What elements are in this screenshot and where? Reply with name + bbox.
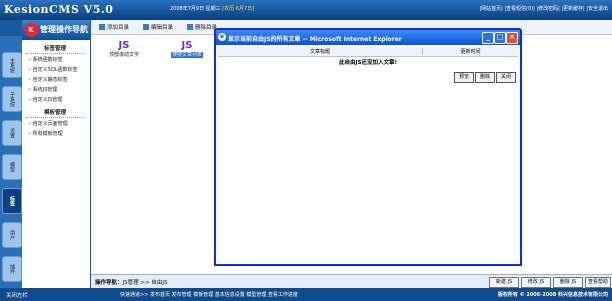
popup-dialog: e 显示当前自由JS的所有文章 -- Microsoft Internet Ex… bbox=[214, 28, 522, 266]
edit-js-button[interactable]: 修改 JS bbox=[521, 277, 551, 288]
tab-sub-system[interactable]: 子系统 bbox=[2, 86, 22, 112]
date-text: 2008年7月9日 星期三 bbox=[170, 6, 221, 12]
close-button[interactable]: 关闭 bbox=[496, 72, 516, 83]
js-item-article-list[interactable]: JS 搜搜文章列表 bbox=[171, 40, 204, 58]
tab-users[interactable]: 用户 bbox=[2, 222, 22, 248]
logo-icon: K bbox=[24, 23, 38, 37]
new-js-button[interactable]: 新建 JS bbox=[489, 277, 519, 288]
add-folder-button[interactable]: 添加目录 bbox=[99, 23, 129, 31]
dialog-title: 显示当前自由JS的所有文章 -- Microsoft Internet Expl… bbox=[228, 36, 402, 43]
operation-nav-bar: 操作导航：JS管理 >> 自由JS 新建 JS 修改 JS 删除 JS 查看帮助 bbox=[91, 274, 612, 289]
tab-tags[interactable]: 标签 bbox=[2, 188, 22, 214]
lunar-date: [农历 6月7日] bbox=[222, 6, 255, 12]
tab-models[interactable]: 模型 bbox=[2, 154, 22, 180]
col-title: 文章标题 bbox=[218, 48, 423, 55]
nav-item-system-js[interactable]: 系统JS管理 bbox=[28, 86, 58, 93]
nav-item-static[interactable]: 自定义静态标签 bbox=[28, 76, 68, 83]
nav-item-system-func[interactable]: 系统函数标签 bbox=[28, 56, 63, 63]
minimize-button[interactable]: _ bbox=[482, 32, 494, 44]
nav-item-custom-js[interactable]: 自定义JS管理 bbox=[28, 96, 63, 103]
tab-main-system[interactable]: 主系统 bbox=[2, 52, 22, 78]
nav-item-all-templates[interactable]: 所有模板管理 bbox=[28, 130, 63, 137]
nav-item-sql-func[interactable]: 自定义SQL函数标签 bbox=[28, 66, 78, 73]
help-button[interactable]: 查看帮助 bbox=[585, 277, 611, 288]
delete-button[interactable]: 删除 bbox=[475, 72, 495, 83]
dialog-title-bar[interactable]: e 显示当前自由JS的所有文章 -- Microsoft Internet Ex… bbox=[216, 30, 520, 45]
tab-plugins[interactable]: 插件 bbox=[2, 256, 22, 282]
delete-folder-button[interactable]: 删除目录 bbox=[187, 23, 217, 31]
col-time: 更新时间 bbox=[460, 49, 481, 55]
article-table-header: 文章标题 更新时间 bbox=[218, 47, 518, 57]
edit-icon bbox=[143, 24, 149, 30]
nav-title-bar: K 管理操作导航 bbox=[22, 20, 90, 40]
vertical-tab-strip: 主系统 子系统 设置 模型 标签 用户 插件 bbox=[0, 36, 22, 288]
nav-item-custom-page[interactable]: 自定义页面管理 bbox=[28, 120, 68, 127]
js-icon: JS bbox=[181, 40, 193, 51]
ie-icon: e bbox=[218, 33, 226, 41]
nav-panel: K 管理操作导航 标签管理 系统函数标签 自定义SQL函数标签 自定义静态标签 … bbox=[22, 20, 91, 288]
quick-links[interactable]: 快速通道>> 发布首页 发布管理 模板管理 基本信息设置 模型管理 查看工作进度 bbox=[120, 291, 298, 298]
operation-nav: 操作导航：JS管理 >> 自由JS bbox=[95, 280, 168, 286]
preview-button[interactable]: 预览 bbox=[454, 72, 474, 83]
maximize-button[interactable]: □ bbox=[494, 32, 506, 44]
nav-title: 管理操作导航 bbox=[40, 25, 88, 34]
footer-bar: 关闭左栏 快速通道>> 发布首页 发布管理 模板管理 基本信息设置 模型管理 查… bbox=[0, 288, 612, 301]
top-links[interactable]: |网站首页| |查看短信(0)| |修改密码| |更新缓存| |安全退出 bbox=[479, 5, 608, 12]
delete-js-button[interactable]: 删除 JS bbox=[553, 277, 583, 288]
nav-section-tags: 标签管理 bbox=[26, 44, 84, 54]
close-window-button[interactable]: × bbox=[506, 32, 518, 44]
date-display: 2008年7月9日 星期三 [农历 6月7日] bbox=[170, 5, 254, 12]
empty-message: 此自由JS还没加入文章! bbox=[338, 60, 398, 66]
add-icon bbox=[99, 24, 105, 30]
app-logo: KesionCMS V5.0 bbox=[4, 3, 114, 16]
copyright: 版权所有 © 2006-2008 科兴信息技术有限公司 bbox=[497, 292, 608, 298]
delete-icon bbox=[187, 24, 193, 30]
tab-settings[interactable]: 设置 bbox=[2, 120, 22, 146]
nav-section-templates: 模板管理 bbox=[26, 108, 84, 118]
edit-folder-button[interactable]: 编辑目录 bbox=[143, 23, 173, 31]
js-icon: JS bbox=[118, 40, 130, 51]
close-left-panel[interactable]: 关闭左栏 bbox=[6, 291, 28, 299]
top-header: KesionCMS V5.0 2008年7月9日 星期三 [农历 6月7日] |… bbox=[0, 0, 612, 20]
js-item-scroll-text[interactable]: JS 顶部滚动文字 bbox=[109, 40, 139, 58]
